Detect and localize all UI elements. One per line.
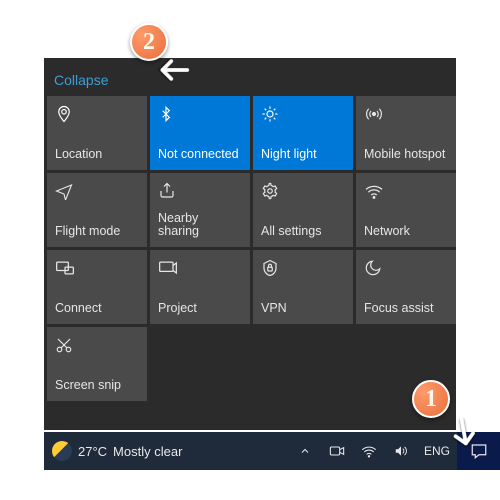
location-icon <box>55 104 139 124</box>
tile-label: Screen snip <box>55 379 139 393</box>
tile-label: Mobile hotspot <box>364 148 448 162</box>
taskbar-bar: 27°C Mostly clear ENG 02:02 <box>44 432 500 470</box>
vpn-icon <box>261 258 345 278</box>
tile-label: Flight mode <box>55 225 139 239</box>
bluetooth-icon <box>158 104 242 124</box>
hotspot-icon <box>364 104 448 124</box>
airplane-icon <box>55 181 139 201</box>
tile-label: Not connected <box>158 148 242 162</box>
connect-icon <box>55 258 139 278</box>
tile-label: Nearby sharing <box>158 212 242 240</box>
tile-label: VPN <box>261 302 345 316</box>
meet-now-icon[interactable] <box>328 442 346 460</box>
volume-icon[interactable] <box>392 442 410 460</box>
tile-label: Network <box>364 225 448 239</box>
tile-label: Focus assist <box>364 302 448 316</box>
tile-nightlight[interactable]: Night light <box>253 96 353 170</box>
tile-label: Connect <box>55 302 139 316</box>
tile-hotspot[interactable]: Mobile hotspot <box>356 96 456 170</box>
weather-desc: Mostly clear <box>113 444 182 459</box>
moon-icon <box>364 258 448 278</box>
tile-label: Location <box>55 148 139 162</box>
weather-widget[interactable]: 27°C Mostly clear <box>44 441 182 461</box>
annotation-badge-1: 1 <box>412 380 450 418</box>
tile-label: Night light <box>261 148 345 162</box>
tile-vpn[interactable]: VPN <box>253 250 353 324</box>
sun-icon <box>261 104 345 124</box>
tile-nearbysharing[interactable]: Nearby sharing <box>150 173 250 247</box>
taskbar: 27°C Mostly clear ENG 02:02 <box>0 432 500 470</box>
tile-screensnip[interactable]: Screen snip <box>47 327 147 401</box>
tile-location[interactable]: Location <box>47 96 147 170</box>
chevron-up-icon[interactable] <box>296 442 314 460</box>
share-icon <box>158 181 242 201</box>
annotation-badge-2: 2 <box>130 23 168 61</box>
wifi-icon <box>364 181 448 201</box>
wifi-tray-icon[interactable] <box>360 442 378 460</box>
gear-icon <box>261 181 345 201</box>
tile-flightmode[interactable]: Flight mode <box>47 173 147 247</box>
tile-focusassist[interactable]: Focus assist <box>356 250 456 324</box>
action-center-panel: Collapse Location Not connected <box>44 58 456 430</box>
project-icon <box>158 258 242 278</box>
language-indicator[interactable]: ENG <box>424 444 450 458</box>
tile-project[interactable]: Project <box>150 250 250 324</box>
tile-label: All settings <box>261 225 345 239</box>
tile-bluetooth[interactable]: Not connected <box>150 96 250 170</box>
tile-label: Project <box>158 302 242 316</box>
tile-connect[interactable]: Connect <box>47 250 147 324</box>
snip-icon <box>55 335 139 355</box>
quick-action-grid: Location Not connected Night light <box>44 96 456 404</box>
tile-network[interactable]: Network <box>356 173 456 247</box>
tile-allsettings[interactable]: All settings <box>253 173 353 247</box>
weather-temp: 27°C <box>78 444 107 459</box>
weather-icon <box>52 441 72 461</box>
collapse-link[interactable]: Collapse <box>44 58 118 96</box>
